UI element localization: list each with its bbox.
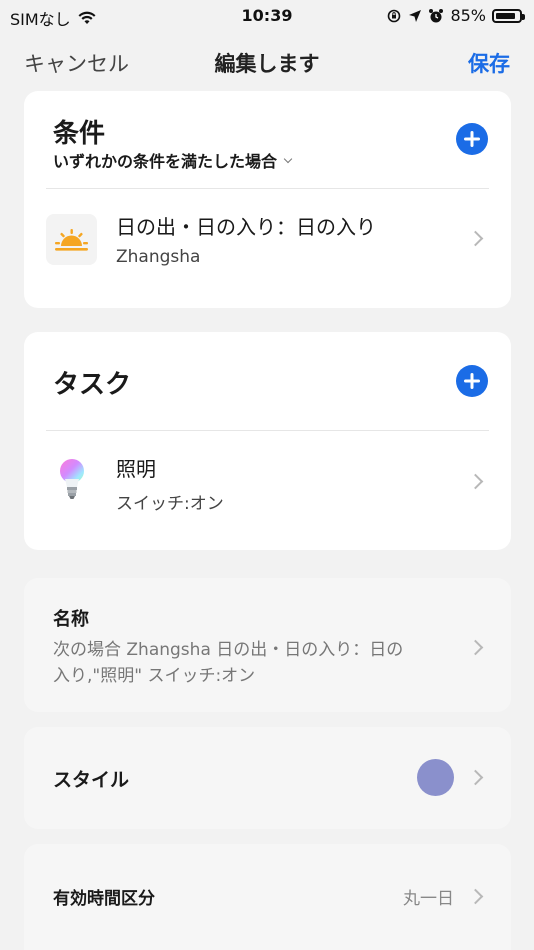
battery-fill bbox=[496, 12, 515, 19]
chevron-right-icon bbox=[467, 473, 484, 490]
name-value-line: 次の場合 Zhangsha 日の出・日の入り：日の bbox=[53, 640, 404, 660]
name-label: 名称 bbox=[53, 609, 89, 630]
location-arrow-icon bbox=[409, 9, 422, 22]
name-value: 次の場合 Zhangsha 日の出・日の入り：日の 入り,"照明" スイッチ:オ… bbox=[53, 637, 403, 689]
task-subtitle: スイッチ:オン bbox=[116, 494, 224, 514]
tasks-card: タスク 照明 スイッチ:オン bbox=[24, 332, 511, 550]
condition-title: 日の出・日の入り：日の入り bbox=[116, 215, 376, 239]
chevron-right-icon bbox=[467, 639, 484, 656]
valid-period-label: 有効時間区分 bbox=[53, 889, 155, 909]
conditions-title: 条件 bbox=[53, 119, 106, 149]
task-title: 照明 bbox=[116, 457, 156, 481]
style-row[interactable]: スタイル bbox=[24, 727, 511, 829]
task-item[interactable]: 照明 スイッチ:オン bbox=[24, 431, 511, 549]
style-color-swatch bbox=[417, 759, 454, 796]
conditions-card: 条件 いずれかの条件を満たした場合 日の出・日の入り：日の入り Zhangsha bbox=[24, 91, 511, 308]
name-row[interactable]: 名称 次の場合 Zhangsha 日の出・日の入り：日の 入り,"照明" スイッ… bbox=[24, 578, 511, 712]
tasks-title: タスク bbox=[53, 370, 132, 400]
chevron-down-icon bbox=[283, 154, 293, 163]
chevron-right-icon bbox=[467, 230, 484, 247]
sunset-icon bbox=[55, 229, 88, 251]
light-bulb-icon bbox=[60, 459, 84, 499]
valid-period-row[interactable]: 有効時間区分 丸一日 bbox=[24, 844, 511, 950]
match-mode-label: いずれかの条件を満たした場合 bbox=[53, 152, 278, 171]
alarm-icon bbox=[429, 8, 444, 22]
style-label: スタイル bbox=[53, 769, 130, 791]
match-mode-dropdown[interactable]: いずれかの条件を満たした場合 bbox=[53, 148, 293, 172]
battery-icon bbox=[492, 8, 525, 23]
condition-icon-box bbox=[46, 214, 97, 265]
add-task-button[interactable] bbox=[456, 365, 488, 397]
save-button[interactable]: 保存 bbox=[468, 48, 510, 78]
status-bar: SIMなし 10:39 85% bbox=[0, 0, 534, 32]
valid-period-value: 丸一日 bbox=[403, 889, 454, 909]
chevron-right-icon bbox=[467, 769, 484, 786]
chevron-right-icon bbox=[467, 888, 484, 905]
navigation-bar: キャンセル 編集します 保存 bbox=[0, 40, 534, 84]
condition-item[interactable]: 日の出・日の入り：日の入り Zhangsha bbox=[24, 189, 511, 307]
name-value-line: 入り,"照明" スイッチ:オン bbox=[53, 666, 256, 686]
cancel-button[interactable]: キャンセル bbox=[24, 48, 129, 78]
condition-subtitle: Zhangsha bbox=[116, 247, 201, 267]
battery-percent: 85% bbox=[450, 6, 486, 25]
add-condition-button[interactable] bbox=[456, 123, 488, 155]
orientation-lock-icon bbox=[388, 9, 401, 22]
